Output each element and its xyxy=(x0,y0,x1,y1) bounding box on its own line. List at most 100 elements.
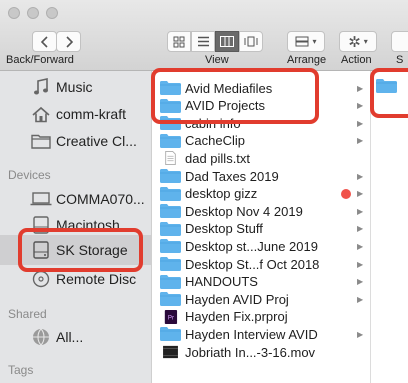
folder-icon xyxy=(160,169,181,183)
tag-dot-icon xyxy=(341,188,351,199)
premiere-file-icon: Pr xyxy=(164,309,178,324)
icon-view-button[interactable] xyxy=(167,31,191,52)
devices-header: Devices xyxy=(8,168,51,182)
folder-icon xyxy=(160,204,181,219)
arrange-grid-icon xyxy=(295,36,309,47)
chevron-down-icon: ▾ xyxy=(312,37,317,46)
close-window-button[interactable] xyxy=(8,7,20,19)
sidebar-item-comm-kraft[interactable]: comm-kraft xyxy=(0,102,151,126)
file-row[interactable]: Hayden Interview AVID ▶ xyxy=(152,325,370,343)
sidebar: Music comm-kraft Creative Cl... Devices … xyxy=(0,71,152,383)
file-name: Desktop St...f Oct 2018 xyxy=(185,256,320,272)
file-name: dad pills.txt xyxy=(185,150,251,166)
sidebar-item-label: Remote Disc xyxy=(56,271,137,287)
file-row[interactable]: HANDOUTS ▶ xyxy=(152,273,370,291)
chevron-right-icon: ▶ xyxy=(357,101,364,111)
file-name: CacheClip xyxy=(185,133,245,149)
chevron-right-icon: ▶ xyxy=(357,241,364,251)
chevron-right-icon: ▶ xyxy=(357,118,364,128)
minimize-window-button[interactable] xyxy=(27,7,39,19)
cover-flow-icon xyxy=(244,36,258,47)
arrange-label: Arrange xyxy=(287,54,327,66)
column-view-button[interactable] xyxy=(215,31,239,52)
chevron-right-icon: ▶ xyxy=(357,224,364,234)
file-name: Desktop st...June 2019 xyxy=(185,238,318,254)
zoom-window-button[interactable] xyxy=(46,7,58,19)
home-icon xyxy=(30,104,52,124)
annotation-highlight-next-column xyxy=(370,68,408,118)
folder-icon xyxy=(160,221,181,236)
file-name: Desktop Nov 4 2019 xyxy=(185,203,303,219)
forward-button[interactable] xyxy=(56,31,81,52)
toolbar: Back/Forward View ▾ Arrange ✲ ▾ Action S xyxy=(0,0,408,71)
file-name: Hayden AVID Proj xyxy=(185,291,289,307)
file-row[interactable]: Desktop st...June 2019 ▶ xyxy=(152,237,370,255)
file-name: Dad Taxes 2019 xyxy=(185,168,279,184)
sidebar-item-creative-cloud[interactable]: Creative Cl... xyxy=(0,129,151,153)
view-label: View xyxy=(205,54,229,66)
sidebar-item-label: Music xyxy=(56,79,93,95)
gear-icon: ✲ xyxy=(348,33,361,51)
text-file-icon xyxy=(165,151,176,166)
sidebar-item-all-shared[interactable]: All... xyxy=(0,325,151,349)
chevron-right-icon xyxy=(65,35,73,48)
sidebar-item-label: COMMA070... xyxy=(56,191,145,207)
chevron-right-icon: ▶ xyxy=(357,259,364,269)
file-row[interactable]: Dad Taxes 2019 ▶ xyxy=(152,167,370,185)
folder-icon xyxy=(160,186,181,201)
laptop-icon xyxy=(30,189,52,209)
list-view-button[interactable] xyxy=(191,31,215,52)
chevron-left-icon xyxy=(40,35,48,48)
network-icon xyxy=(30,327,52,347)
file-row[interactable]: Desktop St...f Oct 2018 ▶ xyxy=(152,255,370,273)
chevron-right-icon: ▶ xyxy=(357,206,364,216)
movie-file-icon xyxy=(163,345,178,359)
sidebar-item-music[interactable]: Music xyxy=(0,75,151,99)
chevron-right-icon: ▶ xyxy=(357,294,364,304)
back-button[interactable] xyxy=(32,31,57,52)
sidebar-item-label: Creative Cl... xyxy=(56,133,137,149)
tags-header: Tags xyxy=(8,363,34,377)
folder-icon xyxy=(160,274,181,289)
disc-icon xyxy=(30,269,52,289)
folder-icon xyxy=(160,327,181,342)
file-row[interactable]: Desktop Nov 4 2019 ▶ xyxy=(152,202,370,220)
gallery-view-button[interactable] xyxy=(239,31,263,52)
folder-icon xyxy=(160,239,181,254)
sidebar-item-comma070[interactable]: COMMA070... xyxy=(0,187,151,211)
list-icon xyxy=(197,36,209,47)
chevron-right-icon: ▶ xyxy=(357,189,364,199)
arrange-button[interactable]: ▾ xyxy=(287,31,325,52)
file-row[interactable]: CacheClip ▶ xyxy=(152,132,370,150)
file-row[interactable]: Pr Hayden Fix.prproj xyxy=(152,308,370,326)
share-button[interactable] xyxy=(391,31,408,52)
svg-text:Pr: Pr xyxy=(168,314,174,321)
file-row[interactable]: Hayden AVID Proj ▶ xyxy=(152,290,370,308)
annotation-highlight-sk-storage xyxy=(18,228,143,272)
action-button[interactable]: ✲ ▾ xyxy=(339,31,377,52)
file-row[interactable]: desktop gizz ▶ xyxy=(152,185,370,203)
file-name: desktop gizz xyxy=(185,186,258,202)
chevron-right-icon: ▶ xyxy=(357,171,364,181)
chevron-down-icon: ▾ xyxy=(363,37,368,46)
folder-icon xyxy=(160,257,181,271)
share-label-clipped: S xyxy=(396,54,404,66)
file-name: Desktop Stuff xyxy=(185,221,263,237)
columns-icon xyxy=(220,36,234,47)
annotation-highlight-avid-mediafiles xyxy=(151,68,319,124)
sidebar-item-label: comm-kraft xyxy=(56,106,126,122)
file-name: Hayden Fix.prproj xyxy=(185,309,288,325)
file-row[interactable]: Desktop Stuff ▶ xyxy=(152,220,370,238)
chevron-right-icon: ▶ xyxy=(357,136,364,146)
music-note-icon xyxy=(30,77,52,97)
chevron-right-icon: ▶ xyxy=(357,83,364,93)
folder-icon xyxy=(160,133,181,148)
folder-icon xyxy=(30,131,52,151)
chevron-right-icon: ▶ xyxy=(357,277,364,287)
file-row[interactable]: Jobriath In...-3-16.mov xyxy=(152,343,370,361)
nav-label: Back/Forward xyxy=(6,54,74,66)
folder-icon xyxy=(160,292,181,307)
file-name: Jobriath In...-3-16.mov xyxy=(185,344,316,360)
file-name: HANDOUTS xyxy=(185,274,258,290)
file-row[interactable]: dad pills.txt xyxy=(152,149,370,167)
